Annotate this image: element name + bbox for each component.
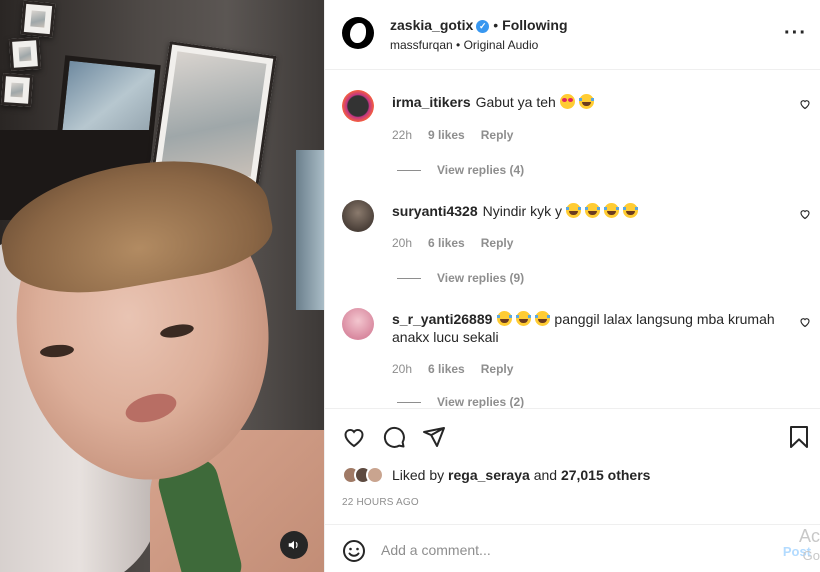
- comment-composer: Post: [325, 524, 820, 572]
- post-media[interactable]: [0, 0, 324, 572]
- likes-prefix: Liked by: [392, 467, 445, 483]
- send-icon[interactable]: [422, 425, 446, 449]
- more-horizontal-icon[interactable]: ···: [784, 22, 807, 45]
- comment-text: Gabut ya teh: [475, 94, 556, 110]
- laughing-emoji-icon: [603, 203, 619, 218]
- comment-time: 20h: [392, 236, 413, 250]
- liker-username[interactable]: rega_seraya: [448, 467, 530, 483]
- author-avatar[interactable]: [342, 17, 374, 49]
- comment-like-heart-icon[interactable]: [799, 208, 811, 220]
- view-replies-button[interactable]: View replies (9): [397, 271, 524, 285]
- wall-photo-frame: [0, 72, 34, 108]
- comment-likes[interactable]: 9 likes: [428, 128, 465, 142]
- following-button[interactable]: Following: [502, 17, 567, 33]
- comment-time: 20h: [392, 362, 413, 376]
- comment-text-line: irma_itikers Gabut ya teh: [392, 93, 782, 111]
- laughing-emoji-icon: [516, 311, 532, 326]
- laughing-emoji-icon: [497, 311, 513, 326]
- comment-meta: 20h 6 likes Reply: [392, 362, 529, 376]
- reply-button[interactable]: Reply: [481, 236, 514, 250]
- commenter-username[interactable]: suryanti4328: [392, 203, 478, 219]
- comment-input[interactable]: [381, 539, 711, 561]
- commenter-username[interactable]: irma_itikers: [392, 94, 471, 110]
- laughing-emoji-icon: [578, 94, 594, 109]
- likes-summary: Liked by rega_seraya and 27,015 others: [342, 464, 650, 486]
- comment-time: 22h: [392, 128, 413, 142]
- audio-line: massfurqan • Original Audio: [390, 38, 538, 52]
- laughing-emoji-icon: [565, 203, 581, 218]
- divider: [397, 401, 421, 403]
- wall-photo-frame: [8, 36, 42, 72]
- heart-icon[interactable]: [342, 425, 366, 449]
- comment-text-line: suryanti4328 Nyindir kyk y: [392, 202, 782, 220]
- verified-badge-icon: ✓: [476, 20, 490, 33]
- view-replies-label[interactable]: View replies (2): [437, 395, 524, 408]
- comment-icon[interactable]: [382, 425, 406, 449]
- comment-likes[interactable]: 6 likes: [428, 362, 465, 376]
- emoji-smile-icon[interactable]: [342, 539, 366, 563]
- speaker-icon: [288, 540, 298, 550]
- view-replies-label[interactable]: View replies (4): [437, 163, 524, 177]
- wall-photo-frame: [20, 0, 56, 38]
- comments-list[interactable]: irma_itikers Gabut ya teh 22h 9 likes Reply…: [325, 70, 820, 408]
- commenter-avatar[interactable]: [342, 90, 374, 122]
- view-replies-button[interactable]: View replies (2): [397, 395, 524, 408]
- comment-text: Nyindir kyk y: [482, 203, 562, 219]
- commenter-username[interactable]: s_r_yanti26889: [392, 311, 492, 327]
- bookmark-icon[interactable]: [787, 425, 811, 449]
- commenter-avatar[interactable]: [342, 200, 374, 232]
- author-username[interactable]: zaskia_gotix: [390, 17, 473, 33]
- comment-like-heart-icon[interactable]: [799, 98, 811, 110]
- activation-watermark-line1: Ac: [798, 526, 820, 546]
- liker-avatar: [366, 466, 384, 484]
- author-line: zaskia_gotix ✓ • Following: [390, 17, 568, 33]
- laughing-emoji-icon: [584, 203, 600, 218]
- reply-button[interactable]: Reply: [481, 362, 514, 376]
- laughing-emoji-icon: [535, 311, 551, 326]
- post-actions: Liked by rega_seraya and 27,015 others 2…: [325, 408, 820, 524]
- reply-button[interactable]: Reply: [481, 128, 514, 142]
- comment-like-heart-icon[interactable]: [799, 316, 811, 328]
- comment-meta: 20h 6 likes Reply: [392, 236, 529, 250]
- commenter-avatar[interactable]: [342, 308, 374, 340]
- post-header: zaskia_gotix ✓ • Following massfurqan • Ori…: [325, 0, 820, 70]
- heart-eyes-emoji-icon: [559, 94, 575, 109]
- activation-watermark-line2: Go: [802, 548, 820, 563]
- separator: •: [493, 17, 499, 33]
- view-replies-label[interactable]: View replies (9): [437, 271, 524, 285]
- audio-label[interactable]: Original Audio: [464, 38, 539, 52]
- comment-likes[interactable]: 6 likes: [428, 236, 465, 250]
- likes-text: Liked by rega_seraya and 27,015 others: [392, 467, 650, 483]
- likes-conjunction: and: [533, 467, 558, 483]
- post-detail-panel: zaskia_gotix ✓ • Following massfurqan • Ori…: [324, 0, 820, 572]
- comment-text-line: s_r_yanti26889 panggil lalax langsung mba…: [392, 310, 782, 346]
- laughing-emoji-icon: [622, 203, 638, 218]
- view-replies-button[interactable]: View replies (4): [397, 163, 524, 177]
- post-timestamp[interactable]: 22 HOURS AGO: [342, 497, 419, 508]
- divider: [397, 277, 421, 279]
- audio-owner[interactable]: massfurqan: [390, 38, 453, 52]
- likes-others-link[interactable]: 27,015 others: [561, 467, 651, 483]
- audio-toggle-button[interactable]: [280, 531, 308, 559]
- separator: •: [456, 38, 461, 52]
- comment-meta: 22h 9 likes Reply: [392, 128, 529, 142]
- divider: [397, 169, 421, 171]
- window: [296, 150, 324, 310]
